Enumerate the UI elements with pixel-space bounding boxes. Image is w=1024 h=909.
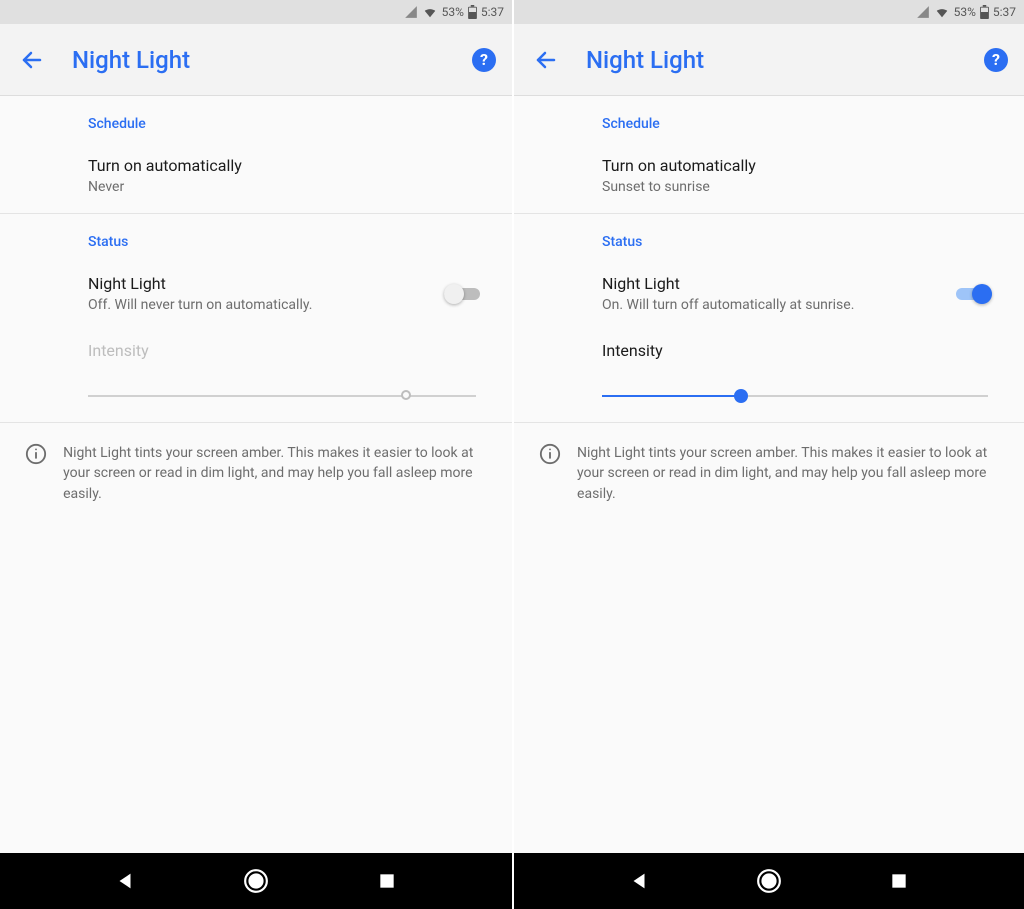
nav-recent-button[interactable] [883, 865, 915, 897]
nav-recent-button[interactable] [371, 865, 403, 897]
circle-home-icon [756, 868, 782, 894]
battery-icon [980, 5, 989, 19]
app-bar: Night Light ? [0, 24, 512, 96]
nav-back-button[interactable] [109, 865, 141, 897]
nav-back-button[interactable] [623, 865, 655, 897]
info-text: Night Light tints your screen amber. Thi… [63, 443, 488, 504]
schedule-section: Schedule Turn on automatically Never [0, 96, 512, 213]
help-button[interactable]: ? [472, 48, 496, 72]
wifi-icon [422, 5, 438, 19]
page-title: Night Light [586, 46, 960, 74]
battery-text: 53% [442, 5, 464, 19]
status-header: Status [88, 234, 488, 250]
content: Schedule Turn on automatically Never Sta… [0, 96, 512, 853]
status-header: Status [602, 234, 1000, 250]
status-row-title: Night Light [88, 274, 444, 293]
clock-text: 5:37 [993, 5, 1016, 19]
status-row[interactable]: Night Light On. Will turn off automatica… [602, 274, 1000, 313]
cellular-icon [916, 5, 930, 19]
schedule-header: Schedule [88, 116, 488, 132]
battery-text: 53% [954, 5, 976, 19]
arrow-back-icon [534, 48, 558, 72]
battery-icon [468, 5, 477, 19]
info-row: Night Light tints your screen amber. Thi… [0, 423, 512, 524]
arrow-back-icon [20, 48, 44, 72]
status-bar: 53% 5:37 [0, 0, 512, 24]
help-icon: ? [992, 50, 1000, 69]
back-button[interactable] [530, 44, 562, 76]
status-section: Status Night Light On. Will turn off aut… [514, 214, 1024, 422]
schedule-row[interactable]: Turn on automatically Never [88, 156, 488, 195]
info-text: Night Light tints your screen amber. Thi… [577, 443, 1000, 504]
info-icon [539, 443, 561, 465]
app-bar: Night Light ? [514, 24, 1024, 96]
triangle-back-icon [114, 870, 136, 892]
night-light-switch[interactable] [444, 284, 480, 304]
help-icon: ? [480, 50, 488, 69]
status-row[interactable]: Night Light Off. Will never turn on auto… [88, 274, 488, 313]
triangle-back-icon [628, 870, 650, 892]
schedule-row-title: Turn on automatically [602, 156, 1000, 175]
back-button[interactable] [16, 44, 48, 76]
status-row-value: Off. Will never turn on automatically. [88, 297, 444, 313]
intensity-label: Intensity [602, 341, 1000, 360]
schedule-row[interactable]: Turn on automatically Sunset to sunrise [602, 156, 1000, 195]
schedule-section: Schedule Turn on automatically Sunset to… [514, 96, 1024, 213]
nav-home-button[interactable] [240, 865, 272, 897]
clock-text: 5:37 [481, 5, 504, 19]
schedule-row-value: Never [88, 179, 488, 195]
intensity-slider[interactable] [602, 388, 988, 404]
status-row-title: Night Light [602, 274, 956, 293]
content: Schedule Turn on automatically Sunset to… [514, 96, 1024, 853]
schedule-header: Schedule [602, 116, 1000, 132]
nav-home-button[interactable] [753, 865, 785, 897]
schedule-row-value: Sunset to sunrise [602, 179, 1000, 195]
intensity-slider [88, 388, 476, 404]
nav-bar [0, 853, 512, 909]
square-recent-icon [889, 871, 909, 891]
status-bar: 53% 5:37 [514, 0, 1024, 24]
nav-bar [514, 853, 1024, 909]
status-section: Status Night Light Off. Will never turn … [0, 214, 512, 422]
info-row: Night Light tints your screen amber. Thi… [514, 423, 1024, 524]
cellular-icon [404, 5, 418, 19]
status-row-value: On. Will turn off automatically at sunri… [602, 297, 956, 313]
intensity-label: Intensity [88, 341, 488, 360]
phone-right: 53% 5:37 Night Light ? Schedule Turn on … [512, 0, 1024, 909]
schedule-row-title: Turn on automatically [88, 156, 488, 175]
help-button[interactable]: ? [984, 48, 1008, 72]
circle-home-icon [243, 868, 269, 894]
page-title: Night Light [72, 46, 448, 74]
square-recent-icon [377, 871, 397, 891]
night-light-switch[interactable] [956, 284, 992, 304]
phone-left: 53% 5:37 Night Light ? Schedule Turn on … [0, 0, 512, 909]
wifi-icon [934, 5, 950, 19]
info-icon [25, 443, 47, 465]
